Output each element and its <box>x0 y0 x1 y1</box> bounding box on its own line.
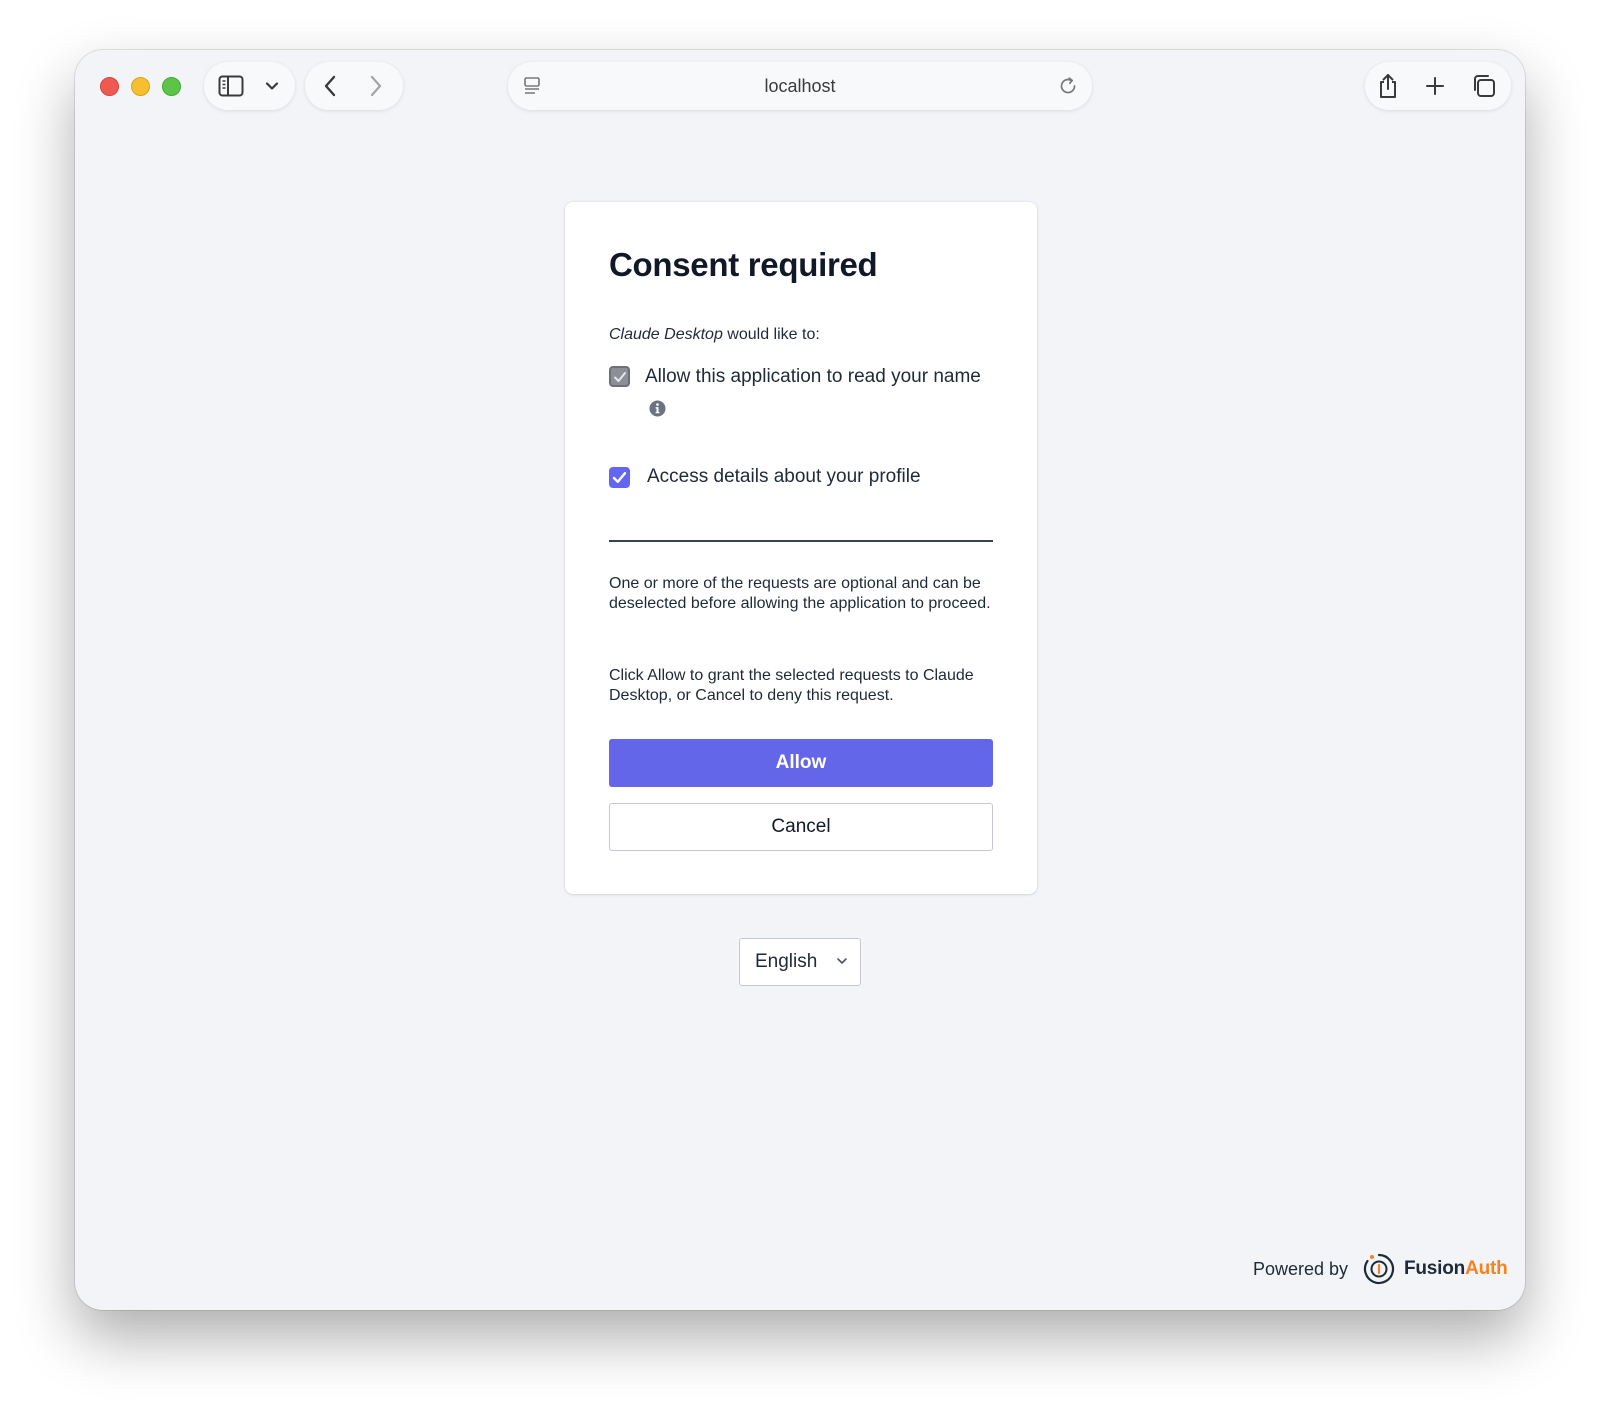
chevron-down-icon <box>837 958 847 964</box>
brand-name-part2: Auth <box>1465 1258 1508 1279</box>
chevron-right-icon[interactable] <box>363 62 389 110</box>
close-window-button[interactable] <box>100 77 119 96</box>
navigation-group <box>305 62 403 110</box>
fusionauth-brand-name[interactable]: FusionAuth <box>1404 1253 1508 1285</box>
zoom-window-button[interactable] <box>162 77 181 96</box>
sidebar-control-group <box>204 62 295 110</box>
allow-button[interactable]: Allow <box>609 739 993 787</box>
permission-label-profile-details: Access details about your profile <box>647 466 921 487</box>
brand-name-part1: Fusion <box>1404 1258 1466 1279</box>
language-select[interactable]: English <box>739 938 861 986</box>
tab-overview-icon[interactable] <box>1469 62 1499 110</box>
plus-icon[interactable] <box>1423 62 1447 110</box>
optional-note: One or more of the requests are optional… <box>609 575 991 612</box>
browser-actions-group <box>1365 62 1511 110</box>
powered-by-label: Powered by <box>1253 1259 1349 1279</box>
app-name: Claude Desktop <box>609 326 723 343</box>
divider <box>609 540 993 542</box>
sidebar-toggle-icon[interactable] <box>216 62 246 110</box>
browser-toolbar: localhost <box>75 50 1525 136</box>
browser-window: localhost Consent required Claude Deskto… <box>75 50 1525 1310</box>
url-text: localhost <box>764 76 836 96</box>
reload-icon[interactable] <box>1056 62 1080 110</box>
checkmark-icon <box>613 371 626 382</box>
permission-checkbox-profile-details[interactable] <box>609 467 630 488</box>
chevron-down-icon[interactable] <box>260 62 284 110</box>
cancel-button[interactable]: Cancel <box>609 803 993 851</box>
share-icon[interactable] <box>1375 62 1401 110</box>
fusionauth-logo-icon[interactable] <box>1363 1253 1395 1285</box>
consent-intro: Claude Desktop would like to: <box>609 326 820 344</box>
chevron-left-icon[interactable] <box>317 62 343 110</box>
page-title: Consent required <box>609 246 878 283</box>
intro-suffix: would like to: <box>722 326 820 343</box>
language-select-value: English <box>755 951 818 972</box>
instructions-text: Click Allow to grant the selected reques… <box>609 667 974 704</box>
consent-card: Consent required Claude Desktop would li… <box>565 202 1037 894</box>
permission-label-read-name: Allow this application to read your name <box>645 366 981 387</box>
permission-checkbox-read-name[interactable] <box>609 366 630 387</box>
info-icon[interactable] <box>649 400 666 417</box>
checkmark-icon <box>612 472 627 484</box>
address-bar[interactable]: localhost <box>508 62 1092 110</box>
minimize-window-button[interactable] <box>131 77 150 96</box>
